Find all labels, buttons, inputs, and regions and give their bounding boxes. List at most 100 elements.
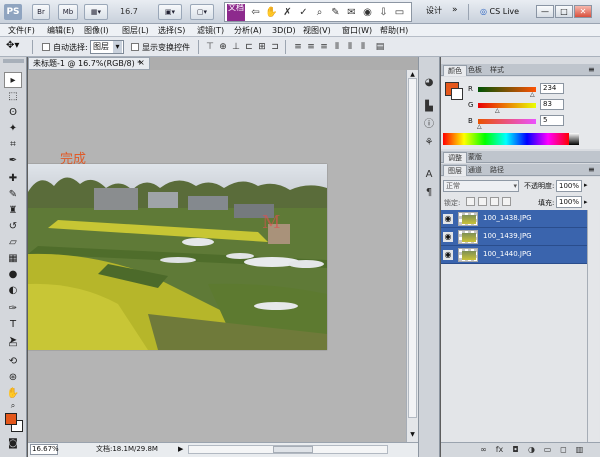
menu-select[interactable]: 选择(S) [158, 25, 185, 36]
align-vcenter-icon[interactable]: ⊕ [217, 41, 229, 53]
character-icon[interactable]: A [422, 168, 436, 182]
new-layer-icon[interactable]: ◻ [558, 444, 569, 455]
brush-tool-icon[interactable]: ✎ [4, 187, 22, 203]
distribute-left-icon[interactable]: ⫴ [331, 41, 343, 53]
menu-help[interactable]: 帮助(H) [380, 25, 408, 36]
quick-mask-icon[interactable]: ◙ [4, 437, 22, 451]
distribute-bottom-icon[interactable]: ≡ [318, 41, 330, 53]
3d-orbit-tool-icon[interactable]: ⊛ [4, 370, 22, 386]
r-value-field[interactable]: 234 [540, 83, 564, 94]
arrange-documents-button[interactable]: ▣▾ [158, 4, 182, 20]
workspace-design-label[interactable]: 设计 [426, 5, 442, 16]
b-value-field[interactable]: 5 [540, 115, 564, 126]
marquee-tool-icon[interactable]: ⬚ [4, 89, 22, 105]
auto-align-icon[interactable]: ▤ [374, 41, 386, 53]
b-slider[interactable] [478, 119, 536, 124]
tab-styles[interactable]: 样式 [486, 65, 508, 76]
zoom-status-field[interactable]: 16.67% [30, 444, 59, 455]
new-group-icon[interactable]: ▭ [542, 444, 553, 455]
move-tool-preset-icon[interactable]: ✥▾ [6, 40, 19, 51]
adjustment-layer-icon[interactable]: ◑ [526, 444, 537, 455]
cs-live-button[interactable]: ◎ CS Live [480, 4, 528, 20]
download-icon[interactable]: ⇩ [377, 6, 390, 19]
healing-brush-tool-icon[interactable]: ✚ [4, 171, 22, 187]
distribute-hcenter-icon[interactable]: ⫴ [344, 41, 356, 53]
tab-channels[interactable]: 通道 [464, 165, 486, 176]
menu-layer[interactable]: 图层(L) [122, 25, 149, 36]
distribute-right-icon[interactable]: ⫴ [357, 41, 369, 53]
auto-select-checkbox[interactable] [42, 43, 50, 51]
g-slider-handle-icon[interactable]: △ [495, 107, 500, 114]
arrow-left-icon[interactable]: ⇦ [249, 6, 262, 19]
lock-position-icon[interactable] [490, 197, 499, 206]
check-icon[interactable]: ✓ [297, 6, 310, 19]
3d-rotate-tool-icon[interactable]: ⟲ [4, 354, 22, 370]
document-tab[interactable]: 未标题-1 @ 16.7%(RGB/8) * [28, 57, 150, 70]
document-badge-icon[interactable]: 文档 [227, 4, 245, 21]
lock-all-icon[interactable] [502, 197, 511, 206]
align-right-icon[interactable]: ⊐ [269, 41, 281, 53]
paragraph-icon[interactable]: ¶ [422, 186, 436, 200]
eye-icon[interactable]: ◉ [443, 214, 453, 224]
menu-window[interactable]: 窗口(W) [342, 25, 372, 36]
auto-select-target-select[interactable]: 图层 ▾ [90, 40, 124, 54]
history-icon[interactable]: ⚘ [422, 136, 436, 150]
blend-mode-select[interactable]: 正常 ▾ [443, 180, 519, 192]
layer-row[interactable]: ◉ 100_1439.JPG [441, 228, 587, 246]
lock-transparent-icon[interactable] [466, 197, 475, 206]
history-brush-tool-icon[interactable]: ↺ [4, 219, 22, 235]
quick-select-tool-icon[interactable]: ✦ [4, 121, 22, 137]
note-icon[interactable]: ✉ [345, 6, 358, 19]
layers-panel-menu-icon[interactable]: ≡ [588, 165, 595, 174]
tab-masks[interactable]: 蒙版 [464, 152, 486, 163]
gradient-tool-icon[interactable]: ▦ [4, 251, 22, 267]
fill-arrow-icon[interactable]: ▸ [584, 198, 588, 206]
eraser-tool-icon[interactable]: ▱ [4, 235, 22, 251]
distribute-top-icon[interactable]: ≡ [292, 41, 304, 53]
mini-bridge-button[interactable]: Mb [58, 4, 78, 20]
align-hcenter-icon[interactable]: ⊞ [256, 41, 268, 53]
hand-icon[interactable]: ✋ [265, 6, 278, 19]
screen-mode-button[interactable]: ▢▾ [190, 4, 214, 20]
menu-view[interactable]: 视图(V) [303, 25, 331, 36]
r-slider[interactable] [478, 87, 536, 92]
menu-edit[interactable]: 编辑(E) [47, 25, 74, 36]
bookmark-icon[interactable]: ▭ [393, 6, 406, 19]
menu-analysis[interactable]: 分析(A) [234, 25, 262, 36]
eye-icon[interactable]: ◉ [443, 232, 453, 242]
double-chevron-icon[interactable]: » [452, 5, 458, 15]
vertical-scrollbar[interactable]: ▲ ▼ [406, 70, 418, 442]
lock-image-icon[interactable] [478, 197, 487, 206]
foreground-color-swatch[interactable] [5, 413, 17, 425]
clone-stamp-tool-icon[interactable]: ♜ [4, 203, 22, 219]
delete-layer-icon[interactable]: ▥ [574, 444, 585, 455]
opacity-field[interactable]: 100% [556, 180, 582, 192]
blur-tool-icon[interactable]: ● [4, 267, 22, 283]
maximize-button[interactable]: □ [555, 5, 573, 18]
horizontal-scrollbar[interactable] [188, 445, 388, 454]
move-tool-icon[interactable]: ▸ [4, 72, 22, 88]
eye-icon[interactable]: ◉ [443, 250, 453, 260]
layers-scrollbar[interactable] [587, 210, 599, 442]
eye-icon[interactable]: ◉ [361, 6, 374, 19]
close-button[interactable]: ✕ [574, 5, 592, 18]
link-layers-icon[interactable]: ∞ [478, 444, 489, 455]
menu-3d[interactable]: 3D(D) [272, 25, 296, 36]
b-slider-handle-icon[interactable]: △ [477, 123, 482, 130]
document-size-info[interactable]: 文档:18.1M/29.8M [96, 444, 158, 454]
zoom-level-field[interactable]: 16.7 [120, 4, 150, 20]
tab-swatches[interactable]: 色板 [464, 65, 486, 76]
vertical-scroll-thumb[interactable] [408, 78, 417, 418]
layer-row[interactable]: ◉ 100_1438.JPG [441, 210, 587, 228]
menu-filter[interactable]: 滤镜(T) [197, 25, 224, 36]
magnifier-icon[interactable]: ⌕ [313, 6, 326, 19]
align-left-icon[interactable]: ⊏ [243, 41, 255, 53]
bridge-button[interactable]: Br [32, 4, 50, 20]
g-value-field[interactable]: 83 [540, 99, 564, 110]
close-x-icon[interactable]: ✗ [281, 6, 294, 19]
shape-tool-icon[interactable]: ▭ [4, 337, 22, 353]
add-mask-icon[interactable]: ◘ [510, 444, 521, 455]
show-transform-checkbox[interactable] [131, 43, 139, 51]
menu-image[interactable]: 图像(I) [84, 25, 109, 36]
info-icon[interactable]: ⓘ [422, 118, 436, 132]
